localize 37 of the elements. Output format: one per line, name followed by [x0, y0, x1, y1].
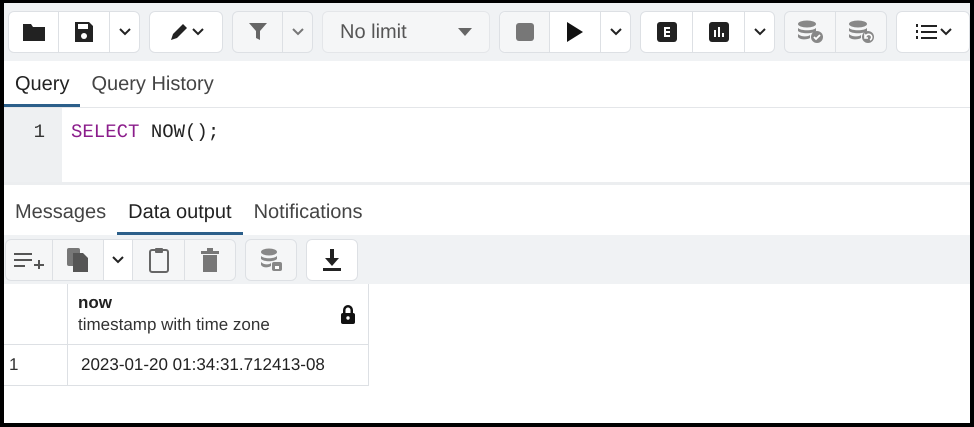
caret-icon: [754, 28, 766, 36]
caret-icon: [940, 28, 952, 36]
add-row-icon: [14, 250, 44, 268]
row-number: 1: [4, 345, 68, 385]
tab[interactable]: Query History: [80, 61, 225, 107]
caret-icon: [118, 28, 130, 36]
pencil-icon: [168, 21, 190, 43]
row-limit-select[interactable]: No limit: [322, 11, 490, 53]
download-icon: [323, 248, 341, 270]
letter-square-icon: [656, 22, 676, 42]
line-number: 1: [32, 120, 46, 145]
stop-button[interactable]: [500, 12, 550, 52]
dropdown-button[interactable]: [104, 240, 133, 280]
caret-icon: [112, 256, 124, 264]
tab[interactable]: Messages: [4, 189, 118, 235]
column-name: now: [78, 292, 113, 314]
tab[interactable]: Notifications: [242, 189, 374, 235]
database-undo-icon: [847, 20, 875, 44]
code-line: SELECT NOW();: [71, 120, 220, 145]
clipboard-icon: [148, 246, 170, 272]
database-check-icon: [796, 20, 824, 44]
play-icon: [567, 22, 583, 42]
stop-icon: [516, 23, 534, 41]
table-cell-text: 2023-01-20 01:34:31.712413-08: [80, 354, 326, 376]
numbered-list-icon: [914, 23, 936, 41]
trash-icon: [201, 248, 219, 272]
caret-icon: [458, 28, 472, 36]
column-type: timestamp with time zone: [78, 314, 270, 336]
caret-icon: [292, 28, 304, 36]
copy-icon: [66, 246, 90, 272]
folder-icon: [22, 22, 46, 42]
caret-icon: [610, 28, 622, 36]
caret-icon: [192, 28, 204, 36]
database-icon: [259, 248, 283, 272]
filter-icon: [248, 22, 266, 42]
save-icon: [74, 21, 94, 43]
bar-chart-icon: [708, 22, 728, 42]
